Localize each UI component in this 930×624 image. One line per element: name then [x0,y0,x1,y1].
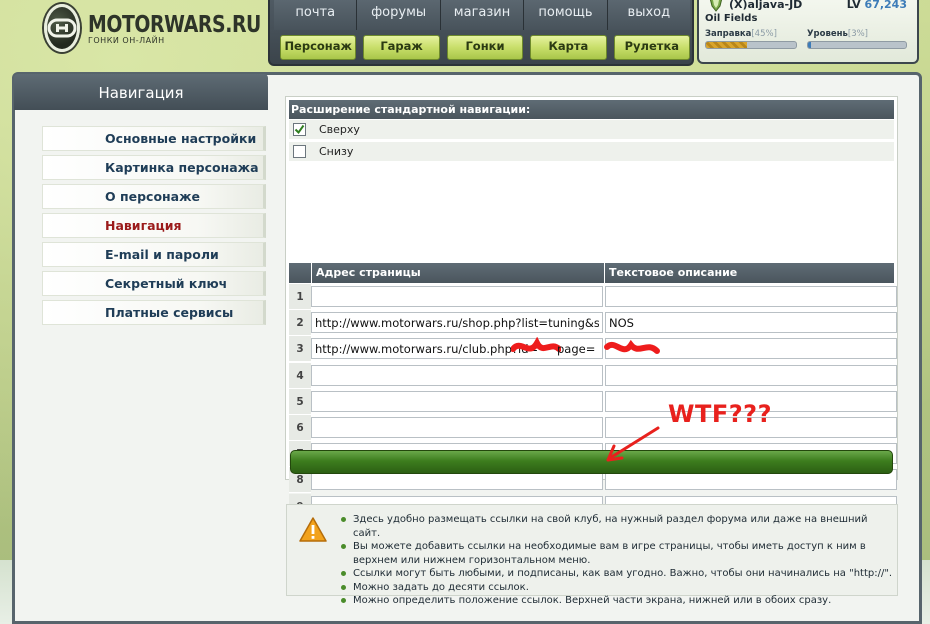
description-input[interactable] [605,364,897,386]
fuel-bar [705,41,797,49]
sidebar-item-about-character[interactable]: О персонаже [42,184,266,209]
description-input[interactable] [605,312,897,334]
garage-button[interactable]: Гараж [363,35,440,60]
fuel-bar-fill [706,42,747,48]
top-menu: почта форумы магазин помощь выход Персон… [268,0,694,66]
row-number: 4 [289,362,311,389]
table-row: 4 [289,362,897,389]
row-number: 2 [289,310,311,337]
character-button[interactable]: Персонаж [280,35,357,60]
table-row: 2 [289,310,897,337]
info-item: Вы можете добавить ссылки на необходимые… [339,540,894,567]
sidebar-item-character-picture[interactable]: Картинка персонажа [42,155,266,180]
sidebar-item-email-passwords[interactable]: E-mail и пароли [42,242,266,267]
table-row: 1 [289,284,897,310]
top-link-logout[interactable]: выход [607,0,691,30]
section-title: Расширение стандартной навигации: [289,100,894,119]
option-top-label: Сверху [319,123,360,136]
row-number: 1 [289,284,311,310]
description-input[interactable] [605,286,897,307]
user-panel: (X)aljava-JD LV 67,243 Oil Fields Заправ… [697,0,919,64]
checkmark-icon [294,124,305,135]
row-number: 6 [289,415,311,441]
info-list: Здесь удобно размещать ссылки на свой кл… [339,513,894,608]
races-button[interactable]: Гонки [446,35,524,60]
roulette-button[interactable]: Рулетка [613,35,691,60]
info-item: Можно задать до десяти ссылок. [339,581,894,595]
sidebar-item-paid-services[interactable]: Платные сервисы [42,300,266,325]
annotation-arrow-icon [606,426,660,462]
level-value: 67,243 [864,0,907,11]
links-table-header: Адрес страницы Текстовое описание [289,263,894,283]
top-link-mail[interactable]: почта [274,0,358,30]
sidebar-nav: Основные настройки Картинка персонажа О … [42,126,266,329]
fuel-percent: [45%] [751,29,777,39]
column-description: Текстовое описание [604,263,894,283]
level-bar [807,41,907,49]
info-box: Здесь удобно размещать ссылки на свой кл… [286,504,898,606]
redaction-scribble [604,340,660,355]
save-button[interactable] [290,450,893,474]
sidebar-item-navigation[interactable]: Навигация [42,213,266,238]
level-prefix: LV [846,0,861,11]
sidebar-item-secret-key[interactable]: Секретный ключ [42,271,266,296]
spacer [289,164,894,263]
top-checkbox[interactable] [293,123,306,136]
site-title: MOTORWARS.RU [88,11,261,38]
option-bottom-label: Снизу [319,145,354,158]
annotation-text: WTF??? [668,400,773,428]
url-input[interactable] [311,390,603,412]
url-input[interactable] [311,286,603,307]
logo-emblem-icon [44,4,80,52]
option-top[interactable]: Сверху [289,120,894,140]
url-input[interactable] [311,417,603,438]
table-row: 6 [289,415,897,441]
info-item: Можно определить положение ссылок. Верхн… [339,594,894,608]
warning-icon [299,517,327,542]
table-row: 5 [289,388,897,415]
table-row: 3 page= [289,336,897,363]
info-item: Здесь удобно размещать ссылки на свой кл… [339,513,894,540]
option-bottom[interactable]: Снизу [289,142,894,162]
redaction-scribble [511,337,561,353]
column-url: Адрес страницы [311,263,604,283]
level-percent: [3%] [847,29,868,39]
url-input[interactable] [311,364,603,386]
site-logo[interactable]: MOTORWARS.RU ГОНКИ ОН-ЛАЙН [44,2,264,54]
level-bar-fill [808,42,811,48]
user-team[interactable]: Oil Fields [705,13,757,24]
url-suffix-text: page= [557,342,596,357]
level-progress-label: Уровень[3%] [807,29,868,39]
top-link-forums[interactable]: форумы [357,0,441,30]
fuel-label: Заправка[45%] [705,29,777,39]
row-number: 5 [289,388,311,415]
info-item: Ссылки могут быть любыми, и подписаны, к… [339,567,894,581]
user-name[interactable]: (X)aljava-JD [729,0,802,11]
user-level: LV 67,243 [847,0,907,11]
top-link-shop[interactable]: магазин [440,0,525,30]
sidebar-title: Навигация [14,74,268,110]
map-button[interactable]: Карта [530,35,607,60]
top-link-help[interactable]: помощь [524,0,608,30]
sidebar-item-general-settings[interactable]: Основные настройки [42,126,266,151]
row-number: 3 [289,336,311,363]
url-input[interactable] [311,312,603,334]
bottom-checkbox[interactable] [293,145,306,158]
navigation-settings-panel: Расширение стандартной навигации: Сверху… [285,96,898,546]
